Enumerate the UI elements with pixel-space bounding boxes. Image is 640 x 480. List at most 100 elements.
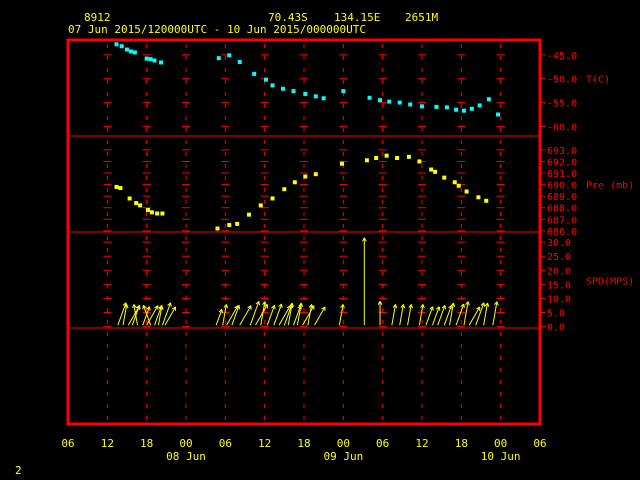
wind-arrow <box>260 301 267 326</box>
wind-arrow-head <box>452 302 456 307</box>
panel-label-pressure: Pre (mb) <box>586 181 634 192</box>
wind-arrow-head <box>496 301 499 306</box>
pressure-point <box>433 169 438 174</box>
pressure-point <box>145 208 150 213</box>
pressure-point <box>235 221 240 226</box>
pressure-point <box>395 155 400 160</box>
wind-arrow-shaft <box>122 304 128 326</box>
wind-arrow <box>425 306 434 326</box>
y-axis-labels: -45.0 -50.0 -55.0 -60.0 693.0692.0691.0690.0… <box>540 51 577 334</box>
temperature-point <box>237 59 242 64</box>
wind-arrow-shaft <box>463 301 469 326</box>
temperature-point <box>367 95 372 100</box>
wind-arrow <box>475 302 486 326</box>
wind-arrow-shaft <box>239 305 252 326</box>
wind-arrow-shaft <box>338 304 344 326</box>
pressure-point <box>155 211 160 216</box>
wind-arrow-shaft <box>455 303 465 326</box>
temperature-point <box>132 50 137 55</box>
wind-arrow <box>407 304 413 326</box>
temperature-point <box>420 104 424 109</box>
x-tick-label: 00 <box>337 437 350 450</box>
temperature-point <box>252 71 257 76</box>
wind-arrow-head <box>281 303 283 309</box>
x-tick-label: 06 <box>376 437 389 450</box>
temperature-point <box>469 106 474 111</box>
panel-labels: T(C) Pre (mb) SPD(MPS) <box>586 75 634 288</box>
pressure-point <box>303 174 308 179</box>
pressure-point <box>384 153 389 158</box>
wind-arrow <box>463 301 470 326</box>
temperature-point <box>313 94 318 99</box>
wind-arrow-head <box>422 304 425 309</box>
meteogram-chart: -45.0 -50.0 -55.0 -60.0 693.0692.0691.0690.0… <box>61 38 634 463</box>
temperature-point <box>461 108 466 113</box>
temperature-point <box>454 107 459 112</box>
pressure-point <box>452 180 457 185</box>
pressure-point <box>149 210 154 215</box>
temperature-point <box>125 47 129 52</box>
temperature-point <box>341 89 346 94</box>
y-tick-label: 5.0 <box>547 309 565 320</box>
wind-arrow <box>266 304 276 326</box>
temperature-point <box>477 103 482 108</box>
pressure-point <box>118 186 123 191</box>
pressure-point <box>406 154 411 159</box>
y-tick-label: 689.0 <box>547 192 577 203</box>
wind-arrow-head <box>138 305 141 310</box>
temperature-point <box>227 53 232 58</box>
pressure-point <box>417 159 422 164</box>
pressure-point <box>476 195 481 200</box>
pressure-point <box>160 211 165 216</box>
wind-arrow <box>391 304 398 326</box>
wind-arrow <box>226 305 239 326</box>
temperature-point <box>159 60 164 65</box>
pressure-point <box>127 196 132 201</box>
temperature-point <box>291 89 296 94</box>
wind-arrow-head <box>126 304 129 309</box>
x-axis-labels: 06 12 18 00 06 12 18 00 06 12 18 00 06 08 Jun 09 Jun 10… <box>61 437 546 463</box>
wind-arrow-shaft <box>492 301 498 326</box>
wind-arrow <box>239 305 252 326</box>
pressure-point <box>134 201 139 206</box>
y-tick-label: 690.0 <box>547 181 577 192</box>
y-tick-label: -50.0 <box>547 75 577 86</box>
wind-arrow-head <box>300 302 304 307</box>
pressure-point <box>464 189 469 194</box>
temperature-point <box>128 49 133 54</box>
wind-arrow-head <box>132 304 135 309</box>
wind-arrow-head <box>410 304 413 309</box>
y-tick-label: 693.0 <box>547 146 577 157</box>
wind-arrow <box>314 306 326 326</box>
pressure-point <box>484 198 489 203</box>
wind-arrow-head <box>432 306 434 311</box>
x-tick-label: 06 <box>219 437 232 450</box>
pressure-point <box>282 187 287 192</box>
y-tick-label: -45.0 <box>547 51 577 62</box>
x-tick-label: 18 <box>455 437 468 450</box>
pressure-point <box>340 161 345 166</box>
temperature-point <box>397 100 402 105</box>
wind-arrow-head <box>274 305 276 310</box>
temperature-point <box>434 104 439 109</box>
wind-arrow-head <box>342 304 345 309</box>
wind-arrow <box>164 306 177 326</box>
x-date-label: 09 Jun <box>323 450 363 463</box>
wind-arrow <box>231 304 241 326</box>
pressure-point <box>292 180 297 185</box>
pressure-point <box>456 183 461 188</box>
x-tick-label: 12 <box>258 437 271 450</box>
wind-arrow <box>361 237 367 326</box>
pressure-point <box>429 167 434 172</box>
x-date-label: 10 Jun <box>481 450 521 463</box>
temperature-point <box>321 96 326 101</box>
wind-arrow-head <box>258 301 261 306</box>
y-tick-label: 30.0 <box>547 238 571 249</box>
pressure-point <box>313 172 318 177</box>
y-tick-label: 15.0 <box>547 280 571 291</box>
wind-arrow-head <box>438 306 441 311</box>
wind-arrow-shaft <box>475 302 485 326</box>
wind-arrow-head <box>483 302 486 307</box>
wind-arrow-shaft <box>231 305 240 326</box>
temperature-point <box>114 42 119 47</box>
